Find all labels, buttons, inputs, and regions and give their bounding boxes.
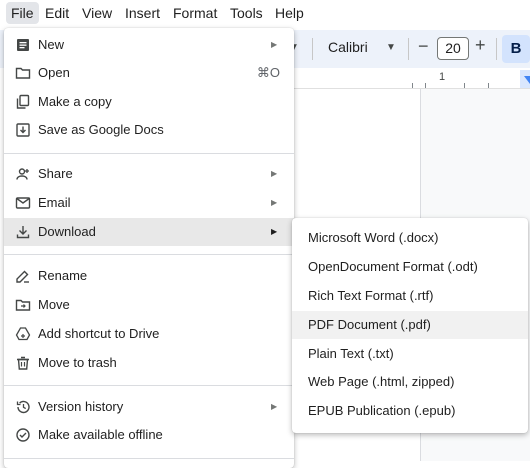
folder-icon (15, 65, 31, 81)
menu-insert[interactable]: Insert (120, 2, 165, 24)
download-docx[interactable]: Microsoft Word (.docx) (292, 224, 528, 252)
ruler-number: 1 (439, 71, 446, 83)
download-odt[interactable]: OpenDocument Format (.odt) (292, 253, 528, 281)
font-size-input[interactable]: 20 (437, 37, 469, 60)
file-menu-save-as-docs[interactable]: Save as Google Docs (4, 116, 294, 144)
file-menu-rename[interactable]: Rename (4, 262, 294, 290)
menu-edit[interactable]: Edit (40, 2, 74, 24)
file-menu-move[interactable]: Move (4, 291, 294, 319)
history-icon (15, 399, 31, 415)
submenu-arrow-icon: ▶ (271, 227, 278, 236)
download-icon (15, 224, 31, 240)
submenu-arrow-icon: ▶ (271, 40, 278, 49)
download-option-label: Microsoft Word (.docx) (308, 230, 439, 245)
submenu-arrow-icon: ▶ (271, 169, 278, 178)
toolbar-divider (408, 38, 409, 60)
file-menu-label: Move to trash (38, 355, 117, 370)
file-menu-make-copy[interactable]: Make a copy (4, 88, 294, 116)
ruler-tick (412, 83, 413, 88)
increase-font-size-button[interactable]: + (475, 35, 486, 56)
file-menu-label: Move (38, 297, 70, 312)
file-menu-label: New (38, 37, 65, 52)
drive-shortcut-icon (15, 326, 31, 342)
ruler[interactable]: 1 (294, 70, 530, 89)
download-rtf[interactable]: Rich Text Format (.rtf) (292, 282, 528, 310)
download-pdf[interactable]: PDF Document (.pdf) (292, 311, 528, 339)
ruler-tick (425, 83, 426, 88)
ruler-tick (488, 83, 489, 88)
menu-help[interactable]: Help (270, 2, 309, 24)
download-option-label: Plain Text (.txt) (308, 346, 394, 361)
rename-icon (15, 268, 31, 284)
file-menu-label: Version history (38, 399, 124, 414)
download-html[interactable]: Web Page (.html, zipped) (292, 368, 528, 396)
download-option-label: EPUB Publication (.epub) (308, 403, 456, 418)
file-menu-move-to-trash[interactable]: Move to trash (4, 349, 294, 377)
copy-icon (15, 94, 31, 110)
ruler-tick (464, 83, 465, 88)
save-download-icon (15, 122, 31, 138)
menu-view[interactable]: View (77, 2, 117, 24)
file-menu: New ▶ Open ⌘O Make a copy Save as Google… (4, 28, 294, 468)
download-option-label: Rich Text Format (.rtf) (308, 288, 434, 303)
file-menu-add-shortcut[interactable]: Add shortcut to Drive (4, 320, 294, 348)
person-add-icon (15, 166, 31, 182)
offline-icon (15, 427, 31, 443)
menu-file[interactable]: File (6, 2, 39, 24)
font-family-select[interactable]: Calibri (328, 39, 368, 55)
download-submenu: Microsoft Word (.docx) OpenDocument Form… (292, 218, 528, 433)
file-menu-email[interactable]: Email ▶ (4, 189, 294, 217)
file-menu-label: Share (38, 166, 73, 181)
download-option-label: OpenDocument Format (.odt) (308, 259, 478, 274)
submenu-arrow-icon: ▶ (271, 198, 278, 207)
toolbar-divider (496, 38, 497, 60)
menu-divider (4, 153, 294, 154)
file-menu-label: Download (38, 224, 96, 239)
menu-tools[interactable]: Tools (225, 2, 268, 24)
file-menu-download[interactable]: Download ▶ (4, 218, 294, 246)
download-txt[interactable]: Plain Text (.txt) (292, 340, 528, 368)
menu-bar: File Edit View Insert Format Tools Help (0, 0, 530, 26)
menu-format[interactable]: Format (168, 2, 222, 24)
chevron-down-icon[interactable]: ▼ (386, 42, 396, 53)
email-icon (15, 195, 31, 211)
file-menu-new[interactable]: New ▶ (4, 31, 294, 59)
file-menu-open[interactable]: Open ⌘O (4, 59, 294, 87)
file-menu-label: Open (38, 65, 70, 80)
folder-move-icon (15, 297, 31, 313)
file-menu-share[interactable]: Share ▶ (4, 160, 294, 188)
toolbar-divider (312, 38, 313, 60)
download-epub[interactable]: EPUB Publication (.epub) (292, 397, 528, 425)
file-menu-label: Email (38, 195, 71, 210)
download-option-label: Web Page (.html, zipped) (308, 374, 455, 389)
file-menu-make-offline[interactable]: Make available offline (4, 421, 294, 449)
file-menu-label: Add shortcut to Drive (38, 326, 160, 341)
trash-icon (15, 355, 31, 371)
file-menu-version-history[interactable]: Version history ▶ (4, 393, 294, 421)
file-menu-label: Rename (38, 268, 88, 283)
download-option-label: PDF Document (.pdf) (308, 317, 431, 332)
file-menu-label: Save as Google Docs (38, 122, 164, 137)
menu-divider (4, 385, 294, 386)
submenu-arrow-icon: ▶ (271, 402, 278, 411)
menu-divider (4, 254, 294, 255)
indent-marker-icon[interactable] (524, 76, 530, 84)
file-menu-label: Make a copy (38, 94, 112, 109)
keyboard-shortcut: ⌘O (256, 65, 280, 80)
document-icon (15, 37, 31, 53)
bold-button[interactable]: B (502, 35, 530, 63)
file-menu-label: Make available offline (38, 427, 163, 442)
menu-divider (4, 458, 294, 459)
decrease-font-size-button[interactable]: − (418, 36, 429, 57)
